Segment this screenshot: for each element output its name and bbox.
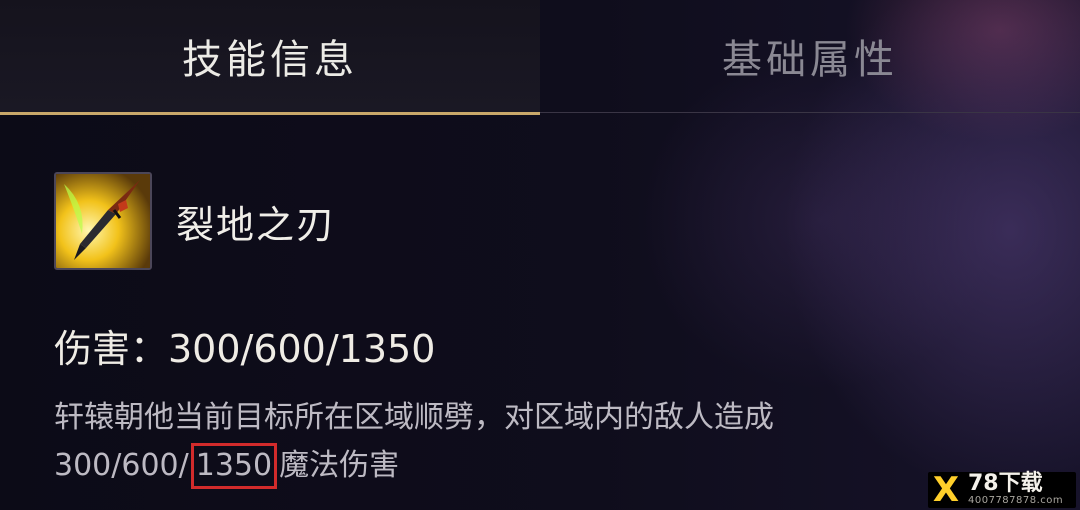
watermark-url: 4007787878.com <box>968 495 1064 506</box>
description-line-2: 300/600/1350 魔法伤害 <box>54 442 954 490</box>
watermark-title: 78下载 <box>968 471 1043 496</box>
tab-bar: 技能信息 基础属性 <box>0 0 1080 115</box>
tab-skill-info-label: 技能信息 <box>182 37 358 83</box>
damage-value: 伤害：300/600/1350 <box>54 327 436 371</box>
blade-strike-icon <box>54 172 152 270</box>
tab-base-attributes[interactable]: 基础属性 <box>540 0 1080 113</box>
tab-base-attributes-label: 基础属性 <box>722 37 898 83</box>
tab-skill-info[interactable]: 技能信息 <box>0 0 540 115</box>
skill-header: 裂地之刃 <box>54 170 336 272</box>
watermark-logo: X <box>932 470 960 510</box>
skill-name: 裂地之刃 <box>176 202 337 247</box>
highlighted-value: 1350 <box>190 443 278 489</box>
skill-description: 轩辕朝他当前目标所在区域顺劈，对区域内的敌人造成 300/600/1350 魔法伤… <box>54 394 954 490</box>
description-suffix: 魔法伤害 <box>279 448 400 483</box>
site-watermark: X 78下载 4007787878.com <box>928 472 1076 508</box>
description-line-1: 轩辕朝他当前目标所在区域顺劈，对区域内的敌人造成 <box>54 400 774 435</box>
description-values: 300/600/ <box>54 448 189 483</box>
